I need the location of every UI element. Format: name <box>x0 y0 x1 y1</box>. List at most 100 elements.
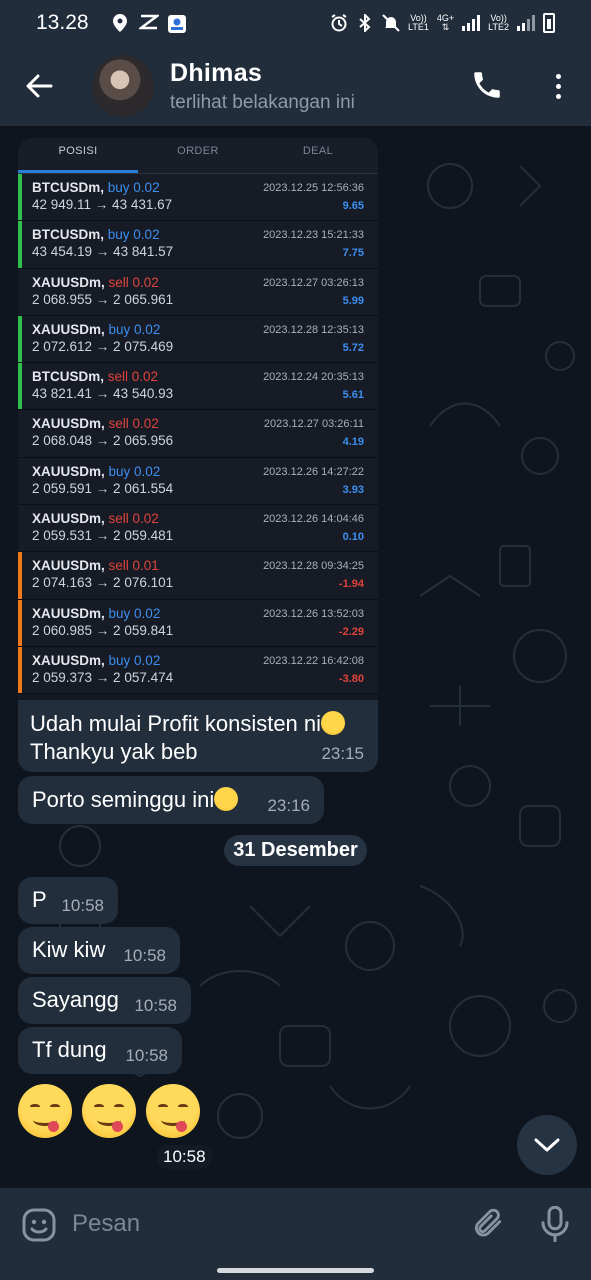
trade-row: XAUUSDm, sell 0.01 2 074.163 → 2 076.101 2… <box>18 552 378 600</box>
trade-symbol: XAUUSDm, <box>32 274 105 290</box>
trade-symbol: XAUUSDm, <box>32 416 105 432</box>
trade-row: XAUUSDm, buy 0.02 2 060.985 → 2 059.841 20… <box>18 599 378 647</box>
yum-emoji-icon <box>321 711 346 735</box>
trade-pnl: 9.65 <box>342 200 364 212</box>
contact-info[interactable]: Dhimas terlihat belakangan ini <box>170 59 355 114</box>
message-input[interactable]: Pesan <box>72 1210 140 1238</box>
data-saver-icon <box>136 14 161 32</box>
emoji-message[interactable] <box>18 1084 200 1138</box>
trade-date: 2023.12.25 12:56:36 <box>263 182 364 194</box>
more-options-button[interactable] <box>540 68 576 104</box>
status-bar-indicator <box>18 221 22 268</box>
emoji-button[interactable] <box>22 1208 56 1242</box>
message-bubble[interactable]: Porto seminggu ini 23:16 <box>18 776 324 824</box>
yum-emoji-icon <box>18 1084 72 1138</box>
tab-order: ORDER <box>177 145 219 157</box>
trade-side: buy 0.02 <box>108 652 161 668</box>
bluetooth-icon <box>356 12 374 34</box>
trade-symbol: BTCUSDm, <box>32 369 105 385</box>
message-time: 23:15 <box>321 744 364 763</box>
scroll-to-bottom-button[interactable] <box>517 1115 577 1175</box>
trade-row: XAUUSDm, sell 0.02 2 068.048 → 2 065.956 2… <box>18 410 378 458</box>
status-bar-indicator <box>18 174 22 221</box>
trade-side: buy 0.02 <box>107 227 160 243</box>
trade-date: 2023.12.27 03:26:13 <box>263 276 364 289</box>
status-bar-indicator <box>18 363 22 410</box>
status-bar-indicator <box>18 599 22 646</box>
trade-row: BTCUSDm, buy 0.02 43 454.19 → 43 841.57 20… <box>18 221 378 269</box>
chat-header: Dhimas terlihat belakangan ini <box>0 46 591 126</box>
trade-row: BTCUSDm, buy 0.02 42 949.11 → 43 431.67 20… <box>18 174 378 222</box>
attach-button[interactable] <box>470 1206 506 1242</box>
sim1-label: Vo)) LTE1 <box>408 13 429 32</box>
trade-pnl: 3.93 <box>342 483 364 496</box>
trade-screenshot-image[interactable]: POSISI ORDER DEAL BTCUSDm, buy 0.02 42 94… <box>18 138 378 710</box>
trade-row: XAUUSDm, sell 0.02 2 068.955 → 2 065.961 2… <box>18 268 378 316</box>
trade-prices: 42 949.11 → 43 431.67 <box>32 197 173 212</box>
message-bubble[interactable]: Udah mulai Profit konsisten ni Thankyu y… <box>18 700 378 772</box>
trade-symbol: BTCUSDm, <box>32 227 105 243</box>
trade-prices: 2 068.048 → 2 065.956 <box>32 433 174 449</box>
app-notification-icon <box>167 14 186 33</box>
trade-pnl: 0.10 <box>342 531 364 544</box>
message-time: 23:16 <box>267 796 310 815</box>
trade-date: 2023.12.26 14:04:46 <box>263 513 364 526</box>
trade-symbol: BTCUSDm, <box>32 180 105 195</box>
message-bubble[interactable]: Sayangg 10:58 <box>18 977 191 1024</box>
trade-side: buy 0.02 <box>107 180 160 195</box>
tab-deal: DEAL <box>302 145 334 157</box>
trade-date: 2023.12.23 15:21:33 <box>263 229 364 242</box>
more-vertical-icon <box>555 73 561 79</box>
trade-side: buy 0.02 <box>108 463 161 479</box>
message-text: P <box>32 887 47 912</box>
message-list[interactable]: POSISI ORDER DEAL BTCUSDm, buy 0.02 42 94… <box>0 126 591 1188</box>
message-text: Udah mulai Profit konsisten ni Thankyu y… <box>30 710 366 766</box>
message-bubble[interactable]: P 10:58 <box>18 877 118 924</box>
trade-symbol: XAUUSDm, <box>32 463 105 479</box>
signal-strength-icon-2 <box>517 15 535 31</box>
trade-row: XAUUSDm, buy 0.02 2 072.612 → 2 075.469 20… <box>18 315 378 364</box>
trade-date: 2023.12.28 12:35:13 <box>263 323 364 336</box>
trade-list: BTCUSDm, buy 0.02 42 949.11 → 43 431.67 20… <box>18 174 378 695</box>
call-button[interactable] <box>470 68 506 104</box>
trade-date: 2023.12.27 03:26:11 <box>263 418 364 431</box>
trade-prices: 2 060.985 → 2 059.841 <box>32 622 174 638</box>
message-bubble[interactable]: Tf dung 10:58 <box>18 1027 182 1074</box>
contact-name: Dhimas <box>170 58 263 87</box>
trade-symbol: XAUUSDm, <box>32 511 105 527</box>
contact-avatar[interactable] <box>92 55 154 117</box>
trade-prices: 43 454.19 → 43 841.57 <box>32 244 174 260</box>
voice-message-button[interactable] <box>540 1205 574 1243</box>
message-time: 10:58 <box>134 996 177 1015</box>
location-icon <box>111 14 129 32</box>
trade-side: sell 0.02 <box>108 511 159 527</box>
yum-emoji-icon <box>82 1084 136 1138</box>
trade-row: XAUUSDm, buy 0.02 2 059.373 → 2 057.474 20… <box>18 646 378 695</box>
message-time: 10:58 <box>61 896 104 915</box>
trade-date: 2023.12.26 13:52:03 <box>263 607 364 620</box>
trade-row: BTCUSDm, sell 0.02 43 821.41 → 43 540.93 2… <box>18 363 378 411</box>
trade-prices: 2 059.373 → 2 057.474 <box>32 669 174 685</box>
trade-pnl: -3.80 <box>338 672 364 685</box>
trade-pnl: 7.75 <box>342 247 364 260</box>
phone-icon <box>474 72 500 98</box>
mute-icon <box>382 14 400 32</box>
trade-side: sell 0.02 <box>108 416 159 432</box>
trade-side: sell 0.02 <box>108 274 159 290</box>
trade-prices: 43 821.41 → 43 540.93 <box>32 386 174 402</box>
message-text: Sayangg <box>32 987 119 1012</box>
yum-emoji-icon <box>146 1084 200 1138</box>
trade-date: 2023.12.24 20:35:13 <box>263 371 364 384</box>
trade-prices: 2 074.163 → 2 076.101 <box>32 575 174 591</box>
message-time: 10:58 <box>157 1145 212 1169</box>
message-text: Tf dung <box>32 1037 107 1062</box>
gesture-nav-handle[interactable] <box>217 1268 374 1273</box>
trade-date: 2023.12.28 09:34:25 <box>263 560 364 573</box>
message-composer: Pesan <box>0 1188 591 1280</box>
trade-side: sell 0.02 <box>107 369 159 385</box>
yum-emoji-icon <box>214 787 239 811</box>
trade-pnl: -2.29 <box>338 625 364 638</box>
message-bubble[interactable]: Kiw kiw 10:58 <box>18 927 180 974</box>
back-button[interactable] <box>0 46 78 126</box>
arrow-left-icon <box>26 74 53 98</box>
